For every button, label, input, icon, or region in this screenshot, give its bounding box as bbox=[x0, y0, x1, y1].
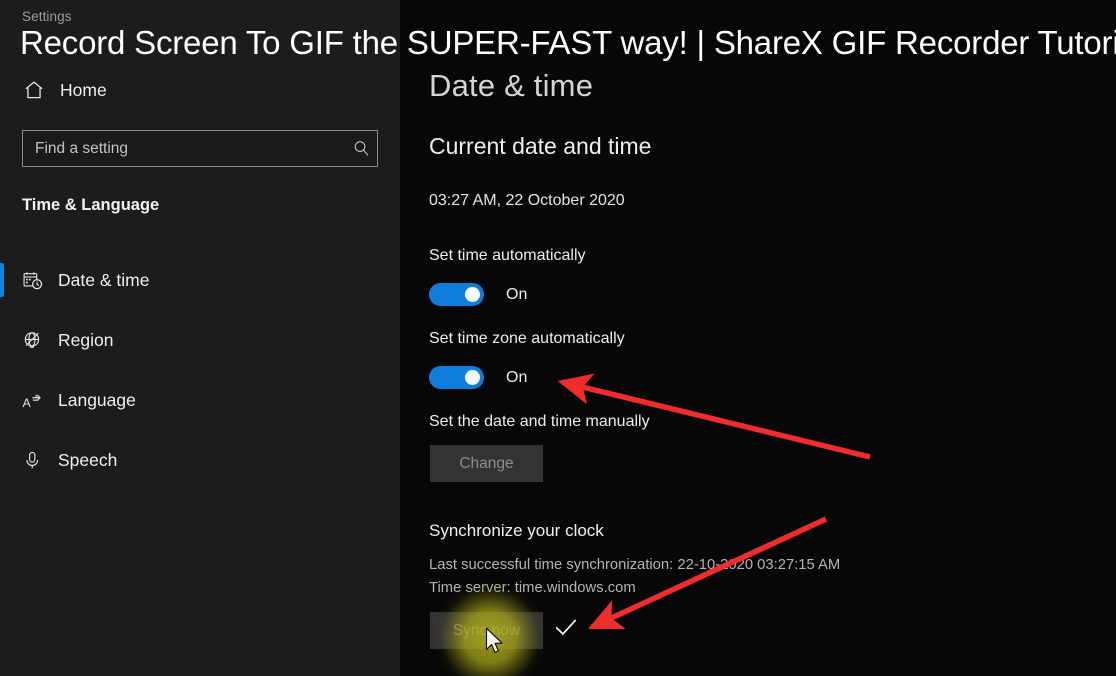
sidebar-item-date-time[interactable]: Date & time bbox=[0, 260, 400, 300]
home-icon bbox=[16, 79, 52, 101]
sidebar-item-home[interactable]: Home bbox=[0, 73, 400, 107]
set-date-time-manually-label: Set the date and time manually bbox=[429, 413, 650, 430]
set-time-automatically-state: On bbox=[506, 285, 528, 303]
globe-icon bbox=[14, 330, 50, 351]
set-timezone-automatically-label: Set time zone automatically bbox=[429, 330, 625, 347]
page-title: Date & time bbox=[429, 68, 594, 103]
set-time-automatically-row[interactable]: On bbox=[429, 283, 527, 306]
sidebar-item-region[interactable]: Region bbox=[0, 320, 400, 360]
set-time-automatically-toggle[interactable] bbox=[429, 283, 484, 306]
set-time-automatically-label: Set time automatically bbox=[429, 247, 586, 264]
set-timezone-automatically-toggle[interactable] bbox=[429, 366, 484, 389]
toggle-knob bbox=[465, 370, 480, 385]
change-button[interactable]: Change bbox=[430, 445, 543, 482]
sidebar-item-language[interactable]: A Language bbox=[0, 380, 400, 420]
set-timezone-automatically-row[interactable]: On bbox=[429, 366, 527, 389]
sidebar-category-title: Time & Language bbox=[22, 196, 160, 214]
calendar-clock-icon bbox=[14, 270, 50, 291]
sync-now-button[interactable]: Sync now bbox=[430, 612, 543, 649]
current-date-time-value: 03:27 AM, 22 October 2020 bbox=[429, 192, 625, 209]
synchronize-clock-heading: Synchronize your clock bbox=[429, 521, 604, 540]
microphone-icon bbox=[14, 450, 50, 471]
search-input[interactable] bbox=[23, 139, 345, 158]
last-sync-text: Last successful time synchronization: 22… bbox=[429, 557, 841, 573]
sidebar-item-speech-label: Speech bbox=[58, 449, 118, 470]
selection-indicator bbox=[0, 263, 4, 297]
app-title-label: Settings bbox=[22, 9, 72, 24]
sidebar-item-language-label: Language bbox=[58, 389, 136, 410]
toggle-knob bbox=[465, 287, 480, 302]
sidebar-item-home-label: Home bbox=[60, 79, 107, 100]
set-timezone-automatically-state: On bbox=[506, 368, 528, 386]
current-date-time-heading: Current date and time bbox=[429, 133, 652, 159]
settings-window: Settings Home Time & Language bbox=[0, 0, 1116, 676]
language-icon: A bbox=[14, 390, 50, 411]
search-box[interactable] bbox=[22, 130, 378, 167]
checkmark-icon bbox=[552, 613, 580, 641]
sidebar-item-date-time-label: Date & time bbox=[58, 269, 150, 290]
time-server-text: Time server: time.windows.com bbox=[429, 580, 636, 596]
svg-text:A: A bbox=[22, 396, 31, 410]
sidebar-item-region-label: Region bbox=[58, 329, 114, 350]
sidebar-item-speech[interactable]: Speech bbox=[0, 440, 400, 480]
sidebar: Settings Home Time & Language bbox=[0, 0, 400, 676]
search-icon[interactable] bbox=[345, 139, 377, 158]
main-content: Date & time Current date and time 03:27 … bbox=[400, 0, 1116, 676]
